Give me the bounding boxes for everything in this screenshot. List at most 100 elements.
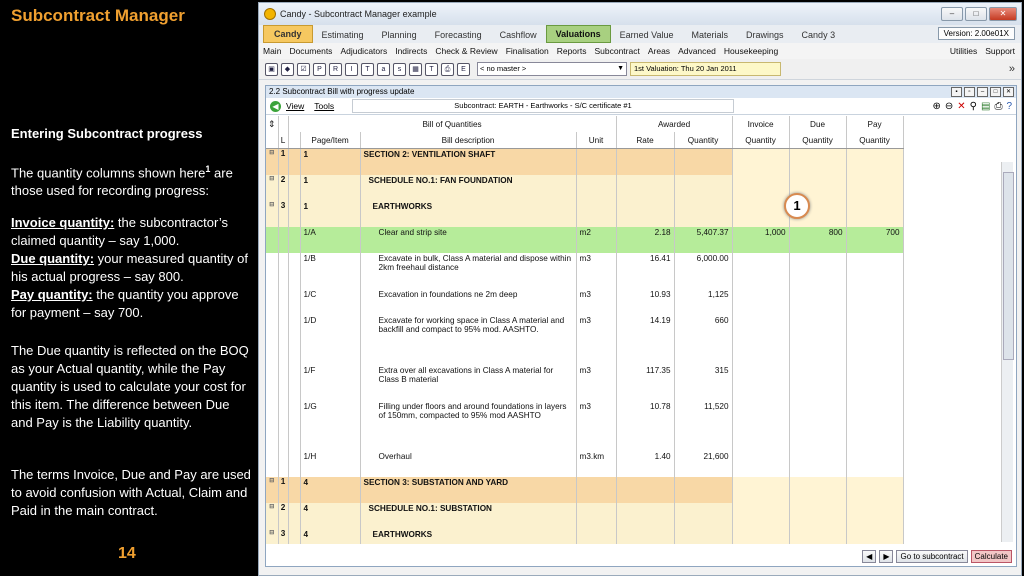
expand-toggle-icon[interactable] (266, 227, 279, 253)
due-quantity-cell[interactable] (789, 451, 847, 477)
bill-item-row[interactable]: 1/C Excavation in foundations ne 2m deep m… (266, 289, 904, 315)
bill-item-row[interactable]: 1/F Extra over all excavations in Class A… (266, 365, 904, 401)
menu-subcontract[interactable]: Subcontract (590, 46, 643, 56)
maximize-icon[interactable]: □ (965, 7, 987, 21)
pay-quantity-cell[interactable]: 700 (846, 227, 904, 253)
next-icon[interactable]: ▶ (879, 549, 894, 563)
invoice-quantity-cell[interactable] (732, 365, 790, 401)
tab-materials[interactable]: Materials (683, 27, 738, 43)
printer-icon[interactable]: ⎙ (441, 62, 454, 76)
bill-item-row[interactable]: 1/D Excavate for working space in Class A… (266, 315, 904, 365)
tab-earned-value[interactable]: Earned Value (611, 27, 683, 43)
checkbox-icon[interactable]: ☑ (297, 62, 310, 76)
due-quantity-cell[interactable] (789, 365, 847, 401)
invoice-quantity-cell[interactable] (732, 503, 790, 529)
due-quantity-cell[interactable] (789, 289, 847, 315)
menu-finalisation[interactable]: Finalisation (502, 46, 553, 56)
pay-quantity-cell[interactable] (846, 148, 904, 175)
superscript-icon[interactable]: a (377, 62, 390, 76)
menu-check-review[interactable]: Check & Review (431, 46, 501, 56)
r-icon[interactable]: R (329, 62, 342, 76)
header-l[interactable]: L (278, 132, 289, 149)
pay-quantity-cell[interactable] (846, 201, 904, 227)
expand-toggle-icon[interactable] (266, 315, 279, 365)
bill-heading-row[interactable]: ⊟ 1 1 SECTION 2: VENTILATION SHAFT (266, 148, 904, 175)
invoice-quantity-cell[interactable] (732, 451, 790, 477)
menu-housekeeping[interactable]: Housekeeping (720, 46, 782, 56)
text-size-icon[interactable]: T (361, 62, 374, 76)
tab-candy[interactable]: Candy (263, 25, 313, 43)
due-quantity-cell[interactable] (789, 477, 847, 503)
delete-icon[interactable]: ✕ (957, 101, 965, 112)
expand-toggle-icon[interactable] (266, 451, 279, 477)
expand-toggle-icon[interactable]: ⊟ (266, 201, 279, 227)
invoice-quantity-cell[interactable] (732, 529, 790, 544)
expand-toggle-icon[interactable] (266, 253, 279, 289)
tab-planning[interactable]: Planning (373, 27, 426, 43)
invoice-quantity-cell[interactable]: 1,000 (732, 227, 790, 253)
pay-quantity-cell[interactable] (846, 451, 904, 477)
due-quantity-cell[interactable] (789, 253, 847, 289)
calculate-button[interactable]: Calculate (970, 549, 1012, 563)
invoice-quantity-cell[interactable] (732, 401, 790, 451)
due-quantity-cell[interactable] (789, 529, 847, 544)
help-icon[interactable]: ? (1006, 101, 1012, 112)
menu-reports[interactable]: Reports (553, 46, 591, 56)
header-bill-description[interactable]: Bill description (360, 132, 577, 149)
expand-toggle-icon[interactable]: ⊟ (266, 477, 279, 503)
tab-valuations[interactable]: Valuations (545, 25, 611, 43)
binoculars-icon[interactable]: ⚲ (970, 101, 977, 112)
pay-quantity-cell[interactable] (846, 477, 904, 503)
pin-icon[interactable]: ▪ (951, 87, 962, 97)
menu-documents[interactable]: Documents (285, 46, 336, 56)
invoice-quantity-cell[interactable] (732, 253, 790, 289)
expand-toggle-icon[interactable] (266, 365, 279, 401)
scrollbar-thumb[interactable] (1003, 172, 1014, 360)
due-quantity-cell[interactable] (789, 315, 847, 365)
pay-quantity-cell[interactable] (846, 315, 904, 365)
tab-candy-3[interactable]: Candy 3 (793, 27, 845, 43)
expand-toggle-icon[interactable]: ⊟ (266, 148, 279, 175)
header-invoice-quantity[interactable]: Quantity (732, 132, 790, 149)
menu-support[interactable]: Support (981, 46, 1019, 56)
invoice-quantity-cell[interactable] (732, 175, 790, 201)
restore-icon[interactable]: ▫ (964, 87, 975, 97)
invoice-quantity-cell[interactable] (732, 477, 790, 503)
menu-adjudicators[interactable]: Adjudicators (336, 46, 391, 56)
header-page-item[interactable]: Page/Item (300, 132, 361, 149)
vertical-scrollbar[interactable] (1001, 162, 1014, 542)
menu-utilities[interactable]: Utilities (946, 46, 981, 56)
p-icon[interactable]: P (313, 62, 326, 76)
zoom-out-icon[interactable]: ⊖ (945, 101, 953, 112)
invoice-quantity-cell[interactable] (732, 201, 790, 227)
excel-icon[interactable]: ▤ (981, 101, 990, 112)
bill-item-row[interactable]: 1/B Excavate in bulk, Class A material an… (266, 253, 904, 289)
expand-toggle-icon[interactable]: ⊟ (266, 175, 279, 201)
pay-quantity-cell[interactable] (846, 289, 904, 315)
zoom-in-icon[interactable]: ⊕ (932, 101, 940, 112)
tab-drawings[interactable]: Drawings (737, 27, 793, 43)
invoice-quantity-cell[interactable] (732, 148, 790, 175)
header-pay[interactable]: Pay (846, 116, 904, 132)
expand-toggle-icon[interactable] (266, 401, 279, 451)
expand-toggle-icon[interactable]: ⊟ (266, 503, 279, 529)
valuation-field[interactable]: 1st Valuation: Thu 20 Jan 2011 (630, 62, 781, 76)
close-icon[interactable]: ✕ (989, 7, 1017, 21)
pay-quantity-cell[interactable] (846, 529, 904, 544)
view-menu[interactable]: View (286, 101, 304, 111)
due-quantity-cell[interactable] (789, 148, 847, 175)
expand-toggle-icon[interactable]: ⊟ (266, 529, 279, 544)
pay-quantity-cell[interactable] (846, 503, 904, 529)
subscript-icon[interactable]: s (393, 62, 406, 76)
header-rate[interactable]: Rate (616, 132, 675, 149)
header-invoice[interactable]: Invoice (732, 116, 790, 132)
pay-quantity-cell[interactable] (846, 253, 904, 289)
bill-item-row[interactable]: 1/A Clear and strip site m2 2.18 5,407.37 1,0… (266, 227, 904, 253)
due-quantity-cell[interactable] (789, 503, 847, 529)
bill-heading-row[interactable]: ⊟ 2 1 SCHEDULE NO.1: FAN FOUNDATION (266, 175, 904, 201)
tab-estimating[interactable]: Estimating (313, 27, 373, 43)
header-due-quantity[interactable]: Quantity (789, 132, 847, 149)
goto-subcontract-button[interactable]: Go to subcontract (896, 549, 968, 563)
back-arrow-icon[interactable]: ◀ (270, 100, 281, 112)
double-chevron-right-icon[interactable]: » (1009, 63, 1015, 75)
